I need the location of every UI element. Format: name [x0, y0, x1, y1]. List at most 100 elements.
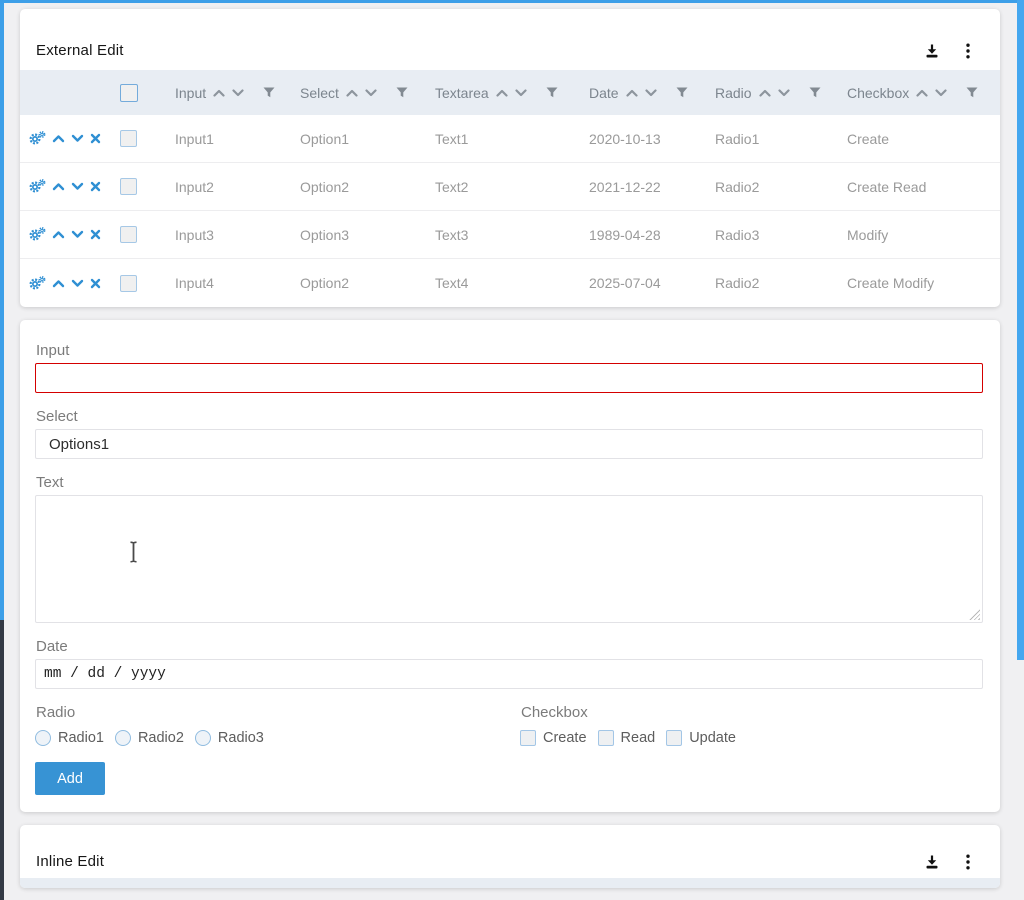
cell-textarea: Text4 [435, 275, 589, 291]
download-button[interactable] [924, 854, 940, 870]
cell-textarea: Text3 [435, 227, 589, 243]
row-checkbox[interactable] [120, 130, 137, 147]
sort-up-icon[interactable] [626, 89, 638, 97]
row-move-up-icon[interactable] [52, 134, 65, 143]
table-row: Input3 Option3 Text3 1989-04-28 Radio3 M… [20, 211, 1000, 259]
row-delete-icon[interactable] [90, 278, 101, 289]
checkbox-icon[interactable] [666, 730, 682, 746]
cell-date: 1989-04-28 [589, 227, 715, 243]
radio-icon[interactable] [35, 730, 51, 746]
row-delete-icon[interactable] [90, 133, 101, 144]
filter-funnel-icon[interactable] [676, 87, 688, 98]
filter-funnel-icon[interactable] [263, 87, 275, 98]
text-area-field[interactable] [35, 495, 983, 623]
sort-down-icon[interactable] [778, 89, 790, 97]
row-settings-icon[interactable] [28, 131, 46, 146]
cell-input: Input3 [175, 227, 300, 243]
cell-date: 2025-07-04 [589, 275, 715, 291]
select-value: Options1 [49, 436, 109, 453]
row-move-down-icon[interactable] [71, 279, 84, 288]
vertical-scrollbar-thumb[interactable] [1017, 0, 1024, 660]
date-field[interactable]: mm / dd / yyyy [35, 659, 983, 689]
cell-select: Option2 [300, 179, 435, 195]
checkbox-option[interactable]: Read [598, 730, 656, 746]
date-placeholder: mm / dd / yyyy [44, 666, 166, 682]
row-move-up-icon[interactable] [52, 182, 65, 191]
cell-textarea: Text2 [435, 179, 589, 195]
input-field[interactable] [35, 363, 983, 393]
cell-radio: Radio2 [715, 179, 847, 195]
sort-down-icon[interactable] [365, 89, 377, 97]
date-label: Date [36, 638, 983, 655]
radio-option[interactable]: Radio1 [35, 730, 104, 746]
cell-select: Option2 [300, 275, 435, 291]
card-title: External Edit [36, 42, 124, 59]
row-checkbox[interactable] [120, 275, 137, 292]
left-scroll-accent [0, 0, 4, 620]
sort-up-icon[interactable] [213, 89, 225, 97]
table-row: Input2 Option2 Text2 2021-12-22 Radio2 C… [20, 163, 1000, 211]
radio-section: Radio Radio1 Radio2 Radio3 [35, 689, 520, 746]
cell-textarea: Text1 [435, 131, 589, 147]
checkbox-icon[interactable] [598, 730, 614, 746]
row-move-up-icon[interactable] [52, 230, 65, 239]
checkbox-icon[interactable] [520, 730, 536, 746]
text-label: Text [36, 474, 983, 491]
checkbox-section: Checkbox Create Read Update [520, 689, 983, 746]
input-label: Input [36, 342, 983, 359]
cell-input: Input1 [175, 131, 300, 147]
sort-up-icon[interactable] [759, 89, 771, 97]
add-button[interactable]: Add [35, 762, 105, 795]
cell-checkbox: Modify [847, 227, 1000, 243]
row-move-down-icon[interactable] [71, 230, 84, 239]
inline-table-header-sliver [20, 878, 1000, 888]
row-move-down-icon[interactable] [71, 182, 84, 191]
row-move-down-icon[interactable] [71, 134, 84, 143]
row-move-up-icon[interactable] [52, 279, 65, 288]
download-button[interactable] [924, 43, 940, 59]
row-checkbox[interactable] [120, 178, 137, 195]
sort-down-icon[interactable] [645, 89, 657, 97]
add-form-card: Input Select Options1 Text Date mm / dd … [20, 320, 1000, 812]
row-checkbox[interactable] [120, 226, 137, 243]
radio-option[interactable]: Radio2 [115, 730, 184, 746]
cell-radio: Radio3 [715, 227, 847, 243]
external-edit-card: External Edit Input [20, 9, 1000, 307]
kebab-menu-icon [966, 854, 970, 870]
sort-up-icon[interactable] [346, 89, 358, 97]
column-header-date: Date [589, 85, 715, 101]
sort-down-icon[interactable] [232, 89, 244, 97]
sort-down-icon[interactable] [515, 89, 527, 97]
filter-funnel-icon[interactable] [546, 87, 558, 98]
kebab-menu-button[interactable] [966, 43, 970, 59]
kebab-menu-icon [966, 43, 970, 59]
checkbox-option[interactable]: Update [666, 730, 736, 746]
inline-edit-card: Inline Edit [20, 825, 1000, 888]
filter-funnel-icon[interactable] [396, 87, 408, 98]
radio-option[interactable]: Radio3 [195, 730, 264, 746]
row-delete-icon[interactable] [90, 181, 101, 192]
checkbox-option[interactable]: Create [520, 730, 587, 746]
row-delete-icon[interactable] [90, 229, 101, 240]
select-all-checkbox[interactable] [120, 84, 138, 102]
filter-funnel-icon[interactable] [809, 87, 821, 98]
filter-funnel-icon[interactable] [966, 87, 978, 98]
radio-icon[interactable] [195, 730, 211, 746]
row-settings-icon[interactable] [28, 276, 46, 291]
row-settings-icon[interactable] [28, 179, 46, 194]
radio-icon[interactable] [115, 730, 131, 746]
sort-down-icon[interactable] [935, 89, 947, 97]
left-panel-edge [0, 620, 4, 900]
checkbox-group-label: Checkbox [521, 704, 983, 721]
column-header-input: Input [175, 85, 300, 101]
sort-up-icon[interactable] [916, 89, 928, 97]
sort-up-icon[interactable] [496, 89, 508, 97]
row-settings-icon[interactable] [28, 227, 46, 242]
select-field[interactable]: Options1 [35, 429, 983, 459]
column-header-textarea: Textarea [435, 85, 589, 101]
kebab-menu-button[interactable] [966, 854, 970, 870]
column-header-checkbox: Checkbox [847, 85, 1000, 101]
cell-radio: Radio2 [715, 275, 847, 291]
select-label: Select [36, 408, 983, 425]
cell-checkbox: Create Modify [847, 275, 1000, 291]
